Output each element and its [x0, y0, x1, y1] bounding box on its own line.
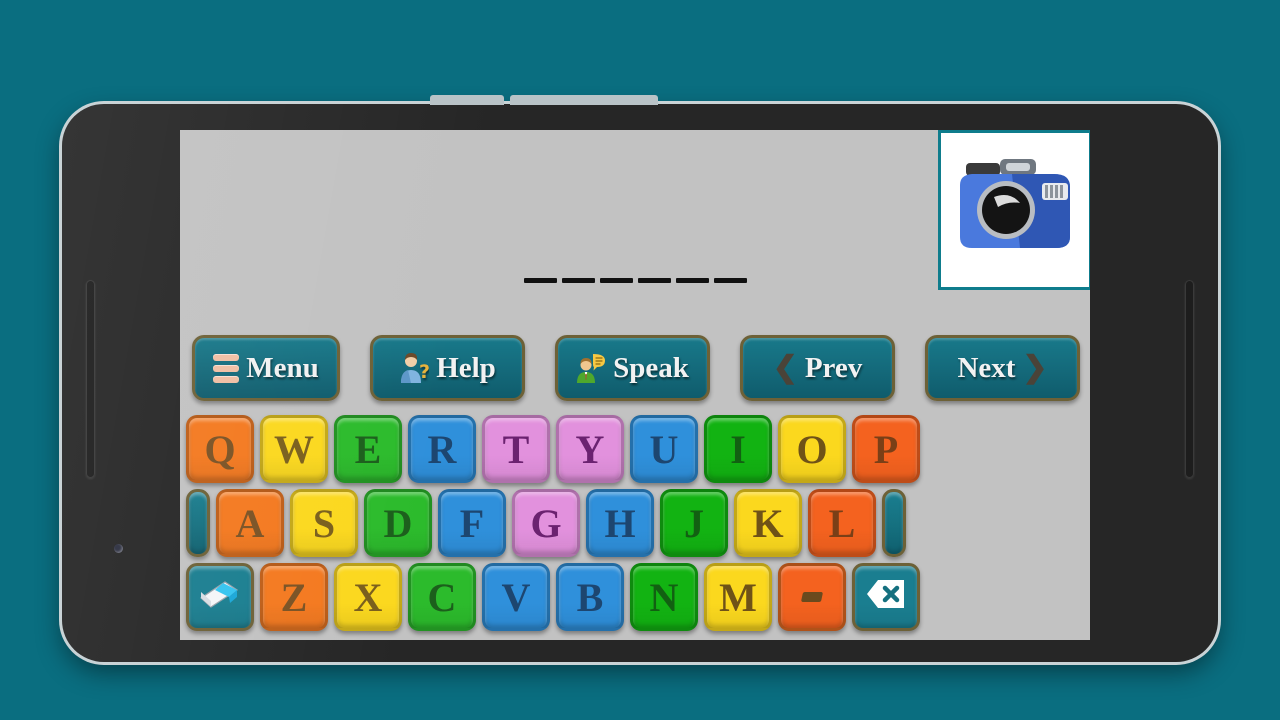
app-screen: Menu ? Help Speak ❮ Prev Next ❯ Q W E R … — [180, 130, 1090, 640]
phone-frame: Menu ? Help Speak ❮ Prev Next ❯ Q W E R … — [62, 95, 1218, 662]
key-t[interactable]: T — [482, 415, 550, 483]
key-m[interactable]: M — [704, 563, 772, 631]
key-s[interactable]: S — [290, 489, 358, 557]
key-p[interactable]: P — [852, 415, 920, 483]
key-label: W — [274, 426, 314, 472]
key-e[interactable]: E — [334, 415, 402, 483]
key-h[interactable]: H — [586, 489, 654, 557]
help-button[interactable]: ? Help — [370, 335, 525, 401]
hyphen-glyph — [800, 592, 824, 602]
key-label: V — [501, 574, 531, 620]
key-label: F — [459, 500, 485, 546]
chevron-left-icon: ❮ — [772, 351, 798, 384]
picture-card[interactable] — [938, 130, 1090, 290]
speak-button-label: Speak — [613, 351, 689, 384]
keyboard: QWERTYU I OP A S DFGH J KL ZXCVBNM — [186, 415, 1086, 637]
key-v[interactable]: V — [482, 563, 550, 631]
keyboard-row-1: QWERTYU I OP — [186, 415, 1086, 483]
device-top-button-2[interactable] — [510, 95, 658, 105]
key-label: A — [235, 500, 265, 546]
key-x[interactable]: X — [334, 563, 402, 631]
key-backspace[interactable] — [852, 563, 920, 631]
prev-button-label: Prev — [804, 351, 863, 384]
blank-dash-4 — [637, 278, 671, 283]
menu-button[interactable]: Menu — [192, 335, 340, 401]
blank-dash-2 — [561, 278, 595, 283]
key-l[interactable]: L — [808, 489, 876, 557]
help-button-label: Help — [436, 351, 496, 384]
device-left-groove — [86, 280, 95, 478]
key-label: T — [502, 426, 530, 472]
key-label: X — [353, 574, 383, 620]
key-k[interactable]: K — [734, 489, 802, 557]
key-label: L — [828, 500, 856, 546]
person-question-icon: ? — [399, 352, 430, 384]
menu-button-label: Menu — [246, 351, 319, 384]
key-label: Y — [575, 426, 605, 472]
device-right-groove — [1185, 280, 1194, 478]
key-label: Z — [280, 574, 308, 620]
chevron-right-icon: ❯ — [1022, 351, 1048, 384]
key-f[interactable]: F — [438, 489, 506, 557]
key-g[interactable]: G — [512, 489, 580, 557]
key-r[interactable]: R — [408, 415, 476, 483]
key-label: B — [576, 574, 604, 620]
key-b[interactable]: B — [556, 563, 624, 631]
word-blanks — [180, 278, 1090, 283]
key-q[interactable]: Q — [186, 415, 254, 483]
key-w[interactable]: W — [260, 415, 328, 483]
key-label: O — [796, 426, 828, 472]
key-z[interactable]: Z — [260, 563, 328, 631]
key-d[interactable]: D — [364, 489, 432, 557]
backspace-icon — [865, 574, 907, 621]
next-button[interactable]: Next ❯ — [925, 335, 1080, 401]
blank-dash-1 — [523, 278, 557, 283]
key-o[interactable]: O — [778, 415, 846, 483]
key-hyphen[interactable] — [778, 563, 846, 631]
key-u[interactable]: U — [630, 415, 698, 483]
key-a[interactable]: A — [216, 489, 284, 557]
key-n[interactable]: N — [630, 563, 698, 631]
key-label: C — [427, 574, 457, 620]
key-label: N — [649, 574, 679, 620]
key-label: J — [684, 500, 704, 546]
key-y[interactable]: Y — [556, 415, 624, 483]
keyboard-row-3: ZXCVBNM — [186, 563, 1086, 631]
key-label: H — [604, 500, 636, 546]
front-camera-icon — [114, 544, 123, 553]
eraser-icon — [199, 574, 241, 621]
blank-dash-6 — [713, 278, 747, 283]
speak-button[interactable]: Speak — [555, 335, 710, 401]
key-eraser[interactable] — [186, 563, 254, 631]
key-spacer — [186, 489, 210, 557]
key-label: P — [873, 426, 899, 472]
key-label: D — [383, 500, 413, 546]
key-label: G — [530, 500, 562, 546]
toolbar: Menu ? Help Speak ❮ Prev Next ❯ — [192, 335, 1080, 401]
hamburger-icon — [213, 353, 240, 383]
next-button-label: Next — [957, 351, 1016, 384]
key-label: Q — [204, 426, 236, 472]
key-label: R — [427, 426, 457, 472]
person-speech-icon — [576, 352, 606, 384]
prev-button[interactable]: ❮ Prev — [740, 335, 895, 401]
blank-dash-5 — [675, 278, 709, 283]
key-label: M — [719, 574, 757, 620]
key-label: K — [752, 500, 784, 546]
blank-dash-3 — [599, 278, 633, 283]
device-top-button-1[interactable] — [430, 95, 504, 105]
key-c[interactable]: C — [408, 563, 476, 631]
keyboard-row-2: A S DFGH J KL — [186, 489, 1086, 557]
key-i[interactable]: I — [704, 415, 772, 483]
key-label: I — [730, 426, 746, 472]
key-label: S — [312, 500, 336, 546]
camera-illustration-icon — [950, 153, 1080, 268]
key-j[interactable]: J — [660, 489, 728, 557]
key-spacer — [882, 489, 906, 557]
key-label: U — [649, 426, 679, 472]
key-label: E — [354, 426, 382, 472]
svg-text:?: ? — [419, 361, 429, 383]
